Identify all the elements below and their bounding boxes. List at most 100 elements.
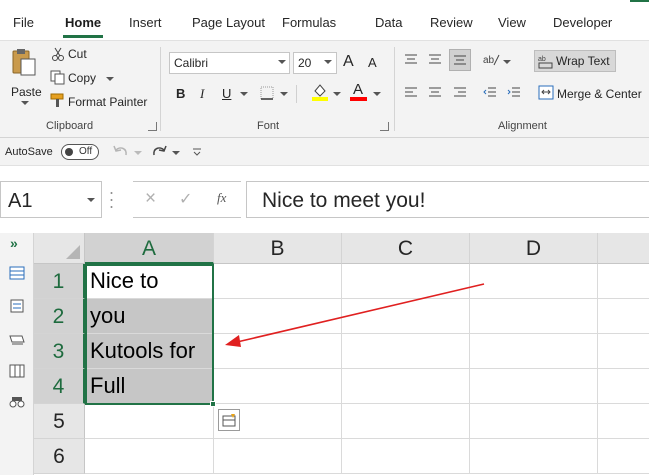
title-accent-strip (630, 0, 649, 2)
chevron-down-icon (87, 198, 95, 202)
wrap-text-icon: ab (538, 56, 553, 69)
merge-center-icon[interactable] (538, 85, 554, 100)
tab-insert[interactable]: Insert (129, 15, 162, 30)
autosave-toggle[interactable]: Off (61, 144, 99, 160)
redo-icon[interactable] (150, 144, 168, 160)
cancel-icon[interactable]: × (145, 188, 156, 210)
tab-developer[interactable]: Developer (553, 15, 612, 30)
font-color-button[interactable]: A (350, 81, 368, 101)
align-bottom-button[interactable] (449, 49, 471, 71)
tab-home[interactable]: Home (65, 15, 101, 30)
group-divider (394, 47, 395, 131)
paste-label: Paste (11, 85, 42, 99)
tab-data[interactable]: Data (375, 15, 402, 30)
undo-dropdown-icon[interactable] (134, 151, 142, 155)
autosave-state: Off (79, 146, 93, 157)
font-color-letter-icon: A (353, 81, 364, 98)
font-name-value: Calibri (174, 56, 209, 70)
clipboard-group-label: Clipboard (46, 120, 94, 132)
tab-review[interactable]: Review (430, 15, 473, 30)
font-name-select[interactable]: Calibri (169, 52, 290, 74)
paste-dropdown-icon (21, 101, 29, 105)
tab-view[interactable]: View (498, 15, 526, 30)
name-box[interactable]: A1 (0, 181, 102, 218)
cut-button[interactable]: Cut (68, 47, 87, 61)
italic-button[interactable]: I (200, 86, 204, 102)
underline-dropdown-icon[interactable] (240, 92, 248, 96)
workbook-sheet-icon[interactable] (9, 266, 25, 280)
tab-page-layout[interactable]: Page Layout (192, 15, 265, 30)
align-left-icon[interactable] (404, 86, 418, 98)
format-painter-button[interactable]: Format Painter (68, 95, 147, 109)
worksheet-grid: A B C D 1 2 3 4 5 6 Nice to you Kutools … (34, 233, 649, 475)
name-manager-icon[interactable] (9, 332, 25, 346)
name-box-value: A1 (8, 190, 33, 212)
align-middle-icon[interactable] (428, 53, 442, 65)
autosave-label: AutoSave (5, 146, 53, 158)
toggle-knob (65, 148, 73, 156)
wrap-text-label: Wrap Text (556, 54, 610, 68)
tab-formulas[interactable]: Formulas (282, 15, 336, 30)
kutools-navigation-pane: » (0, 233, 34, 475)
alignment-group-label: Alignment (498, 120, 547, 132)
borders-dropdown-icon[interactable] (280, 92, 288, 96)
paste-button[interactable]: Paste (6, 45, 44, 105)
paste-icon (12, 49, 36, 76)
align-top-icon[interactable] (404, 53, 418, 65)
quick-access-toolbar: AutoSave Off (0, 138, 649, 166)
formula-buttons: × ✓ fx (133, 181, 241, 218)
formula-input[interactable]: Nice to meet you! (246, 181, 649, 218)
font-size-value: 20 (298, 56, 312, 70)
annotation-arrow-icon (225, 283, 485, 347)
redo-dropdown-icon[interactable] (172, 151, 180, 155)
formula-bar-grip-icon[interactable] (110, 185, 113, 215)
column-list-icon[interactable] (9, 364, 25, 378)
enter-icon[interactable]: ✓ (179, 189, 192, 209)
underline-button[interactable]: U (222, 86, 231, 101)
copy-icon[interactable] (50, 70, 65, 85)
active-tab-indicator (63, 35, 103, 38)
copy-button[interactable]: Copy (68, 71, 96, 85)
decrease-indent-icon[interactable] (483, 86, 497, 98)
expand-pane-icon[interactable]: » (10, 235, 18, 251)
orientation-icon[interactable]: ab (482, 51, 500, 67)
chevron-down-icon (278, 60, 286, 64)
group-divider (160, 47, 161, 131)
format-painter-icon[interactable] (50, 93, 66, 108)
merge-center-button[interactable]: Merge & Center (557, 87, 642, 101)
formula-content: Nice to meet you! (262, 189, 426, 212)
ribbon-tabs: File Home Insert Page Layout Formulas Da… (0, 0, 649, 40)
customize-qat-icon[interactable] (192, 147, 202, 157)
wrap-text-button[interactable]: ab Wrap Text (534, 50, 616, 72)
increase-indent-icon[interactable] (507, 86, 521, 98)
font-color-swatch (350, 97, 367, 101)
undo-disabled-icon[interactable] (112, 144, 130, 160)
svg-text:ab: ab (483, 55, 495, 66)
borders-icon[interactable] (260, 86, 274, 100)
insert-function-icon[interactable]: fx (217, 190, 226, 206)
shrink-font-button[interactable]: A (368, 55, 377, 70)
clipboard-launcher-icon[interactable] (148, 122, 157, 131)
cut-icon[interactable] (51, 47, 65, 61)
ribbon: Paste Cut Copy Format Painter Clipboard … (0, 40, 649, 138)
font-color-dropdown-icon[interactable] (373, 92, 381, 96)
align-center-icon[interactable] (428, 86, 442, 98)
font-launcher-icon[interactable] (380, 122, 389, 131)
font-group-label: Font (257, 120, 280, 132)
fill-color-icon[interactable] (311, 83, 329, 101)
fill-color-dropdown-icon[interactable] (333, 92, 341, 96)
align-right-icon[interactable] (453, 86, 467, 98)
grow-font-button[interactable]: A (343, 53, 354, 71)
tab-file[interactable]: File (13, 15, 34, 30)
chevron-down-icon (324, 60, 332, 64)
autotext-icon[interactable] (9, 299, 25, 313)
find-replace-icon[interactable] (9, 395, 25, 409)
font-size-select[interactable]: 20 (293, 52, 337, 74)
copy-dropdown-icon[interactable] (106, 77, 114, 81)
orientation-dropdown-icon[interactable] (503, 60, 511, 64)
svg-text:ab: ab (538, 56, 546, 63)
divider (296, 85, 297, 103)
formula-bar-area: A1 × ✓ fx Nice to meet you! (0, 167, 649, 233)
align-bottom-icon (454, 55, 466, 65)
bold-button[interactable]: B (176, 86, 185, 101)
